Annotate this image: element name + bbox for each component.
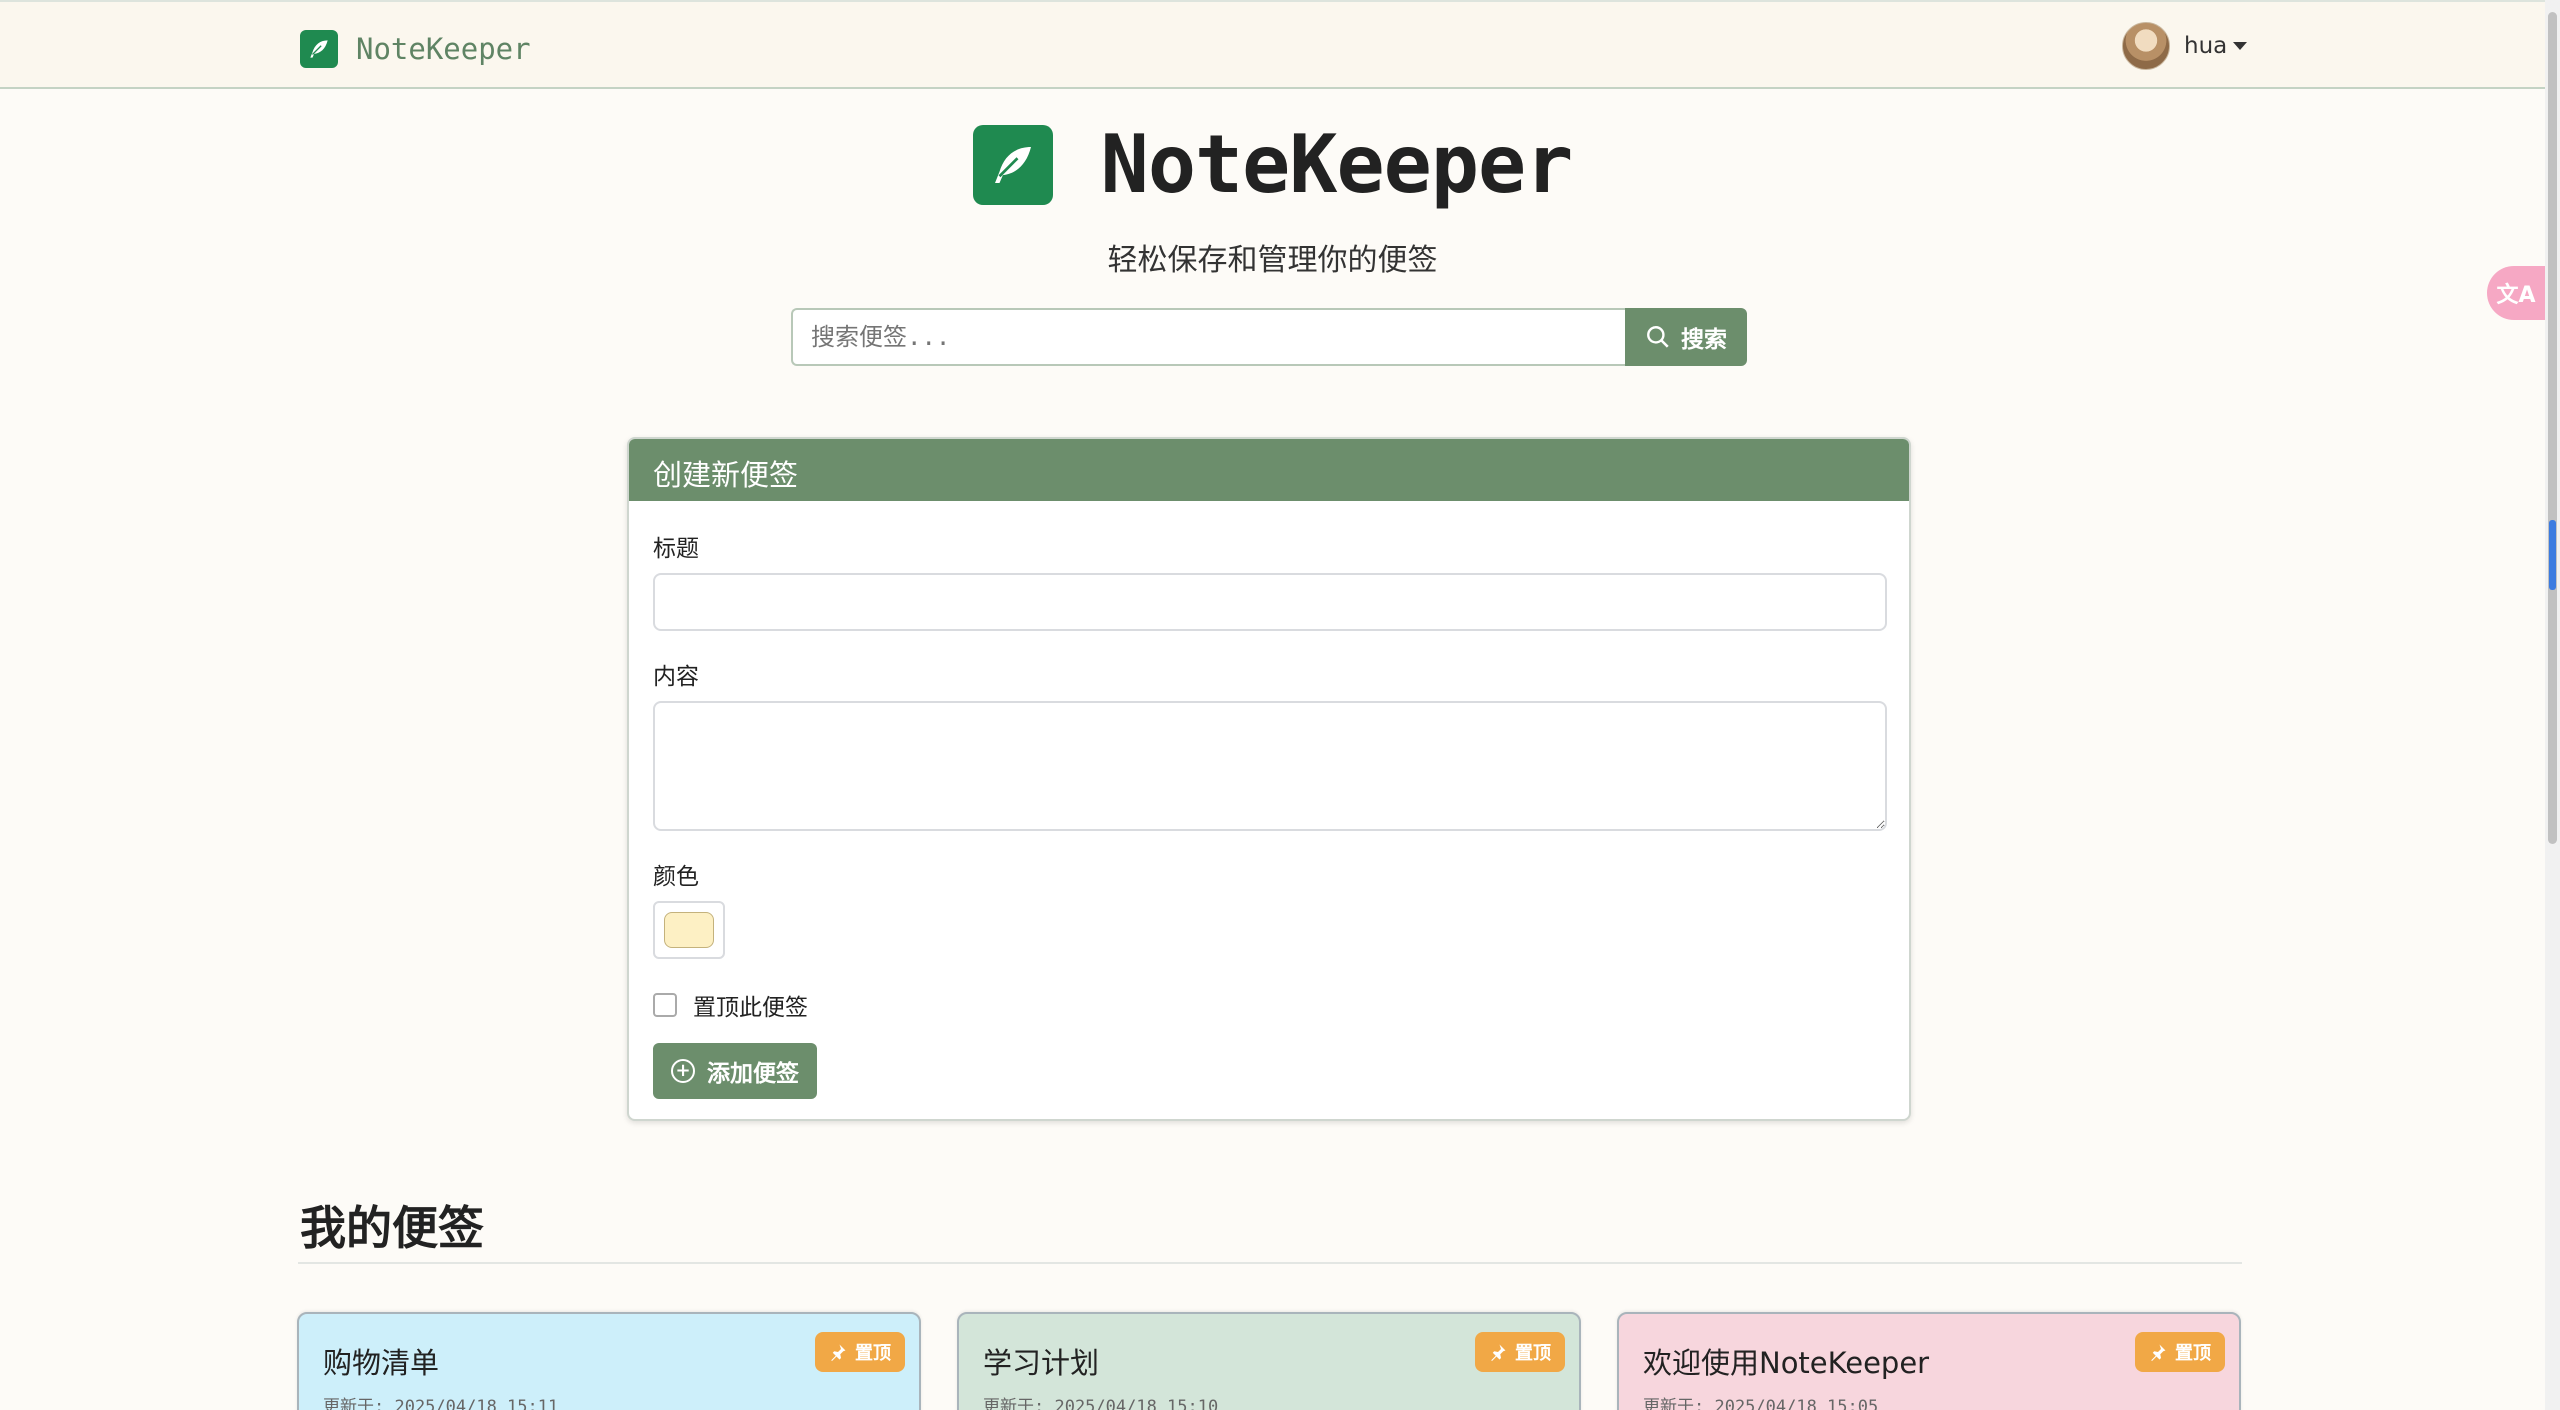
scrollbar-thumb[interactable] — [2548, 12, 2557, 844]
page: NoteKeeper hua NoteKeeper 轻松保存和管理你的便签 搜索… — [0, 0, 2560, 1410]
pinned-badge: 置顶 — [1475, 1332, 1565, 1372]
content-label: 内容 — [653, 664, 699, 690]
search-bar: 搜索 — [791, 308, 1747, 366]
color-picker[interactable] — [653, 901, 725, 959]
pinned-badge-label: 置顶 — [2175, 1343, 2211, 1364]
note-updated: 更新于: 2025/04/18 15:11 — [323, 1397, 559, 1410]
page-subtitle: 轻松保存和管理你的便签 — [1107, 243, 1438, 278]
user-menu[interactable]: hua — [2122, 22, 2248, 70]
color-label: 颜色 — [653, 864, 699, 890]
hero: NoteKeeper 轻松保存和管理你的便签 — [0, 118, 2545, 279]
note-card[interactable]: 学习计划 更新于: 2025/04/18 15:10 置顶 — [957, 1312, 1581, 1410]
page-title: NoteKeeper — [1100, 118, 1574, 211]
caret-down-icon — [2233, 42, 2248, 50]
notes-section-title: 我的便签 — [300, 1201, 484, 1255]
page-scrollbar[interactable] — [2545, 0, 2560, 1410]
note-updated: 更新于: 2025/04/18 15:05 — [1643, 1397, 1879, 1410]
search-button[interactable]: 搜索 — [1625, 308, 1747, 366]
pinned-badge-label: 置顶 — [1515, 1343, 1551, 1364]
pin-checkbox-label: 置顶此便签 — [693, 995, 808, 1021]
pinned-badge: 置顶 — [815, 1332, 905, 1372]
pinned-badge: 置顶 — [2135, 1332, 2225, 1372]
pin-checkbox-row[interactable]: 置顶此便签 — [653, 988, 808, 1022]
brand-link[interactable]: NoteKeeper — [300, 30, 531, 68]
pin-checkbox[interactable] — [653, 993, 677, 1017]
search-input[interactable] — [791, 308, 1625, 366]
scrollbar-marker — [2549, 520, 2556, 590]
feather-logo-icon — [300, 30, 338, 68]
note-title: 欢迎使用NoteKeeper — [1643, 1346, 1930, 1380]
title-input[interactable] — [653, 573, 1887, 631]
note-updated: 更新于: 2025/04/18 15:10 — [983, 1397, 1219, 1410]
create-note-header: 创建新便签 — [629, 439, 1909, 501]
note-card[interactable]: 欢迎使用NoteKeeper 更新于: 2025/04/18 15:05 置顶 — [1617, 1312, 2241, 1410]
add-note-button[interactable]: + 添加便签 — [653, 1043, 817, 1099]
plus-circle-icon: + — [671, 1059, 695, 1083]
color-swatch — [664, 912, 714, 948]
top-navbar: NoteKeeper hua — [0, 0, 2545, 89]
pin-icon — [1491, 1344, 1506, 1361]
translate-icon: 文A — [2496, 283, 2536, 308]
search-icon — [1647, 326, 1669, 348]
translate-button[interactable]: 文A — [2487, 266, 2545, 320]
pin-icon — [831, 1344, 846, 1361]
note-card[interactable]: 购物清单 更新于: 2025/04/18 15:11 置顶 — [297, 1312, 921, 1410]
content-textarea[interactable] — [653, 701, 1887, 831]
avatar — [2122, 22, 2170, 70]
create-note-card: 创建新便签 标题 内容 颜色 置顶此便签 + 添加便签 — [627, 437, 1911, 1121]
brand-name: NoteKeeper — [356, 32, 531, 66]
pinned-badge-label: 置顶 — [855, 1343, 891, 1364]
add-note-label: 添加便签 — [707, 1061, 799, 1087]
search-button-label: 搜索 — [1681, 327, 1727, 353]
username: hua — [2184, 33, 2228, 59]
title-label: 标题 — [653, 536, 699, 562]
section-divider — [298, 1262, 2242, 1264]
note-title: 学习计划 — [983, 1346, 1100, 1380]
feather-logo-icon — [972, 124, 1053, 205]
pin-icon — [2151, 1344, 2166, 1361]
note-title: 购物清单 — [323, 1346, 440, 1380]
